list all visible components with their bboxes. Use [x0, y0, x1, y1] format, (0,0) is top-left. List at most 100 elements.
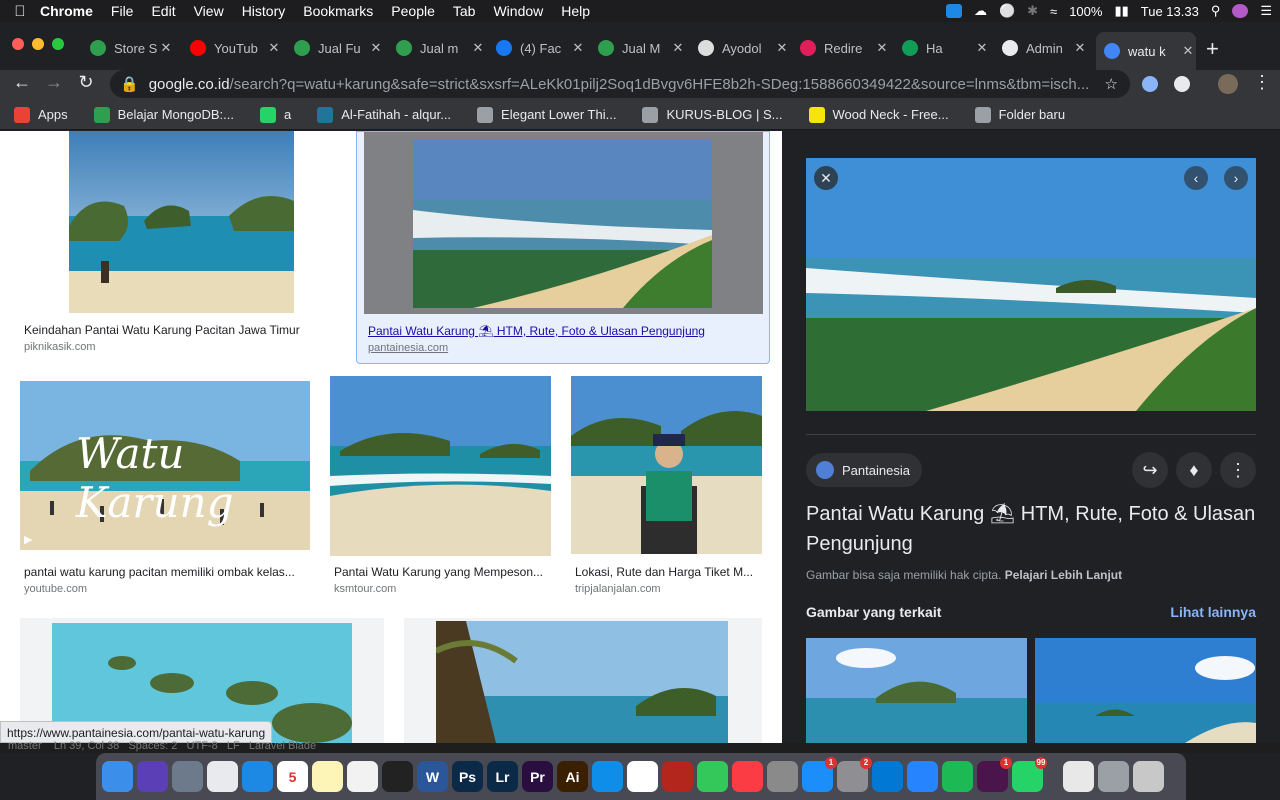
browser-tab[interactable]: YouTub ✕ [190, 34, 282, 62]
close-tab-icon[interactable]: ✕ [570, 40, 586, 56]
address-bar[interactable]: 🔒 google.co.id /search?q=watu+karung&saf… [110, 70, 1130, 98]
bookmark-item[interactable]: Belajar MongoDB:... [93, 106, 234, 123]
result-caption[interactable]: Pantai Watu Karung ⛱ HTM, Rute, Foto & U… [368, 324, 763, 338]
result-source[interactable]: piknikasik.com [24, 341, 96, 353]
bookmark-item[interactable]: KURUS-BLOG | S... [642, 106, 783, 123]
close-tab-icon[interactable]: ✕ [266, 40, 282, 56]
learn-more-link[interactable]: Pelajari Lebih Lanjut [1005, 568, 1122, 582]
dock-sourcetree-icon[interactable] [907, 761, 938, 792]
result-thumbnail[interactable] [330, 376, 551, 556]
dock-facetime-icon[interactable] [697, 761, 728, 792]
back-button[interactable]: ← [10, 72, 34, 93]
dock-vscode-icon[interactable] [872, 761, 903, 792]
browser-tab[interactable]: Ha ✕ [902, 34, 990, 62]
result-thumbnail[interactable] [413, 140, 712, 308]
close-tab-icon[interactable]: ✕ [1072, 40, 1088, 56]
menu-tab[interactable]: Tab [453, 3, 476, 19]
dock-spotify-icon[interactable] [942, 761, 973, 792]
close-tab-icon[interactable]: ✕ [1180, 43, 1196, 59]
browser-tab[interactable]: Store S ✕ [90, 34, 174, 62]
preview-image[interactable]: ✕ ‹ › [806, 158, 1256, 411]
result-thumbnail[interactable] [69, 131, 294, 313]
apple-icon[interactable]:  [0, 3, 40, 20]
dock-teamviewer-icon[interactable] [592, 761, 623, 792]
dock-documents-icon[interactable] [1063, 761, 1094, 792]
dock-slack-icon[interactable]: 1 [977, 757, 1012, 792]
dock-illustrator-icon[interactable]: Ai [557, 761, 588, 792]
result-card[interactable]: Keindahan Pantai Watu Karung Pacitan Jaw… [20, 131, 344, 361]
notification-center-icon[interactable]: ☰ [1260, 3, 1272, 19]
result-caption[interactable]: pantai watu karung pacitan memiliki omba… [24, 565, 310, 579]
menu-window[interactable]: Window [493, 3, 543, 19]
clock[interactable]: Tue 13.33 [1141, 4, 1199, 19]
lock-icon[interactable]: 🔒 [120, 75, 139, 93]
dock-trash-icon[interactable] [1133, 761, 1164, 792]
browser-tab[interactable]: Redire ✕ [800, 34, 890, 62]
dock-notes-icon[interactable] [312, 761, 343, 792]
new-tab-button[interactable]: + [1206, 36, 1219, 62]
browser-tab[interactable]: Jual m ✕ [396, 34, 486, 62]
dock-calendar-icon[interactable]: 5 [277, 761, 308, 792]
browser-tab[interactable]: (4) Fac ✕ [496, 34, 586, 62]
menu-edit[interactable]: Edit [151, 3, 175, 19]
result-card[interactable]: Pantai Watu Karung yang Mempeson... ksmt… [330, 376, 551, 601]
bookmark-item[interactable]: a [259, 106, 291, 123]
result-caption[interactable]: Keindahan Pantai Watu Karung Pacitan Jaw… [24, 323, 344, 337]
browser-tab[interactable]: Jual M ✕ [598, 34, 686, 62]
save-button[interactable]: ♦ [1176, 452, 1212, 488]
bookmark-item[interactable]: Elegant Lower Thi... [477, 106, 616, 123]
source-chip[interactable]: Pantainesia [806, 453, 922, 487]
result-thumbnail[interactable]: Watu Karung ▶ [20, 381, 310, 550]
close-tab-icon[interactable]: ✕ [368, 40, 384, 56]
dock-safari-icon[interactable] [242, 761, 273, 792]
dock-premiere-icon[interactable]: Pr [522, 761, 553, 792]
related-image[interactable] [806, 638, 1027, 743]
battery-icon[interactable]: ▮▮ [1114, 3, 1128, 19]
bookmark-item[interactable]: Wood Neck - Free... [808, 106, 949, 123]
dock-photos-icon[interactable] [627, 761, 658, 792]
see-more-link[interactable]: Lihat lainnya [1170, 604, 1256, 620]
extension-react-icon[interactable] [1142, 76, 1158, 92]
close-tab-icon[interactable]: ✕ [974, 40, 990, 56]
related-image[interactable] [1035, 638, 1256, 743]
bookmark-star-icon[interactable]: ☆ [1105, 75, 1118, 93]
extension-icon[interactable] [1174, 76, 1190, 92]
result-card[interactable] [404, 618, 762, 743]
result-card-selected[interactable]: Pantai Watu Karung ⛱ HTM, Rute, Foto & U… [356, 131, 770, 364]
result-card[interactable]: Lokasi, Rute dan Harga Tiket M... tripja… [571, 376, 762, 601]
bookmark-item[interactable]: Al-Fatihah - alqur... [317, 106, 451, 123]
dock-siri-icon[interactable] [137, 761, 168, 792]
play-icon[interactable]: ▶ [24, 533, 32, 546]
dock-word-icon[interactable]: W [417, 761, 448, 792]
dock-launchpad-icon[interactable] [172, 761, 203, 792]
dock-app-store-icon[interactable]: 1 [802, 757, 837, 792]
profile-avatar[interactable] [1218, 74, 1238, 94]
forward-button[interactable]: → [42, 72, 66, 93]
preview-title[interactable]: Pantai Watu Karung ⛱ HTM, Rute, Foto & U… [806, 499, 1256, 559]
close-tab-icon[interactable]: ✕ [158, 40, 174, 56]
dock-finder-icon[interactable] [102, 761, 133, 792]
dock-system-preferences-icon[interactable]: 2 [837, 757, 872, 792]
close-tab-icon[interactable]: ✕ [470, 40, 486, 56]
creative-cloud-icon[interactable]: ☁ [974, 3, 987, 19]
result-thumbnail[interactable] [436, 621, 728, 743]
siri-icon[interactable] [1232, 4, 1249, 18]
dock-preview-icon[interactable] [767, 761, 798, 792]
result-thumbnail[interactable] [571, 376, 762, 554]
spotlight-search-icon[interactable]: ⚲ [1211, 3, 1221, 19]
menu-view[interactable]: View [194, 3, 224, 19]
close-preview-button[interactable]: ✕ [814, 166, 838, 190]
dock-photoshop-icon[interactable]: Ps [452, 761, 483, 792]
share-button[interactable]: ↪ [1132, 452, 1168, 488]
dock-whatsapp-icon[interactable]: 99 [1012, 757, 1047, 792]
close-tab-icon[interactable]: ✕ [670, 40, 686, 56]
dock-chrome-icon[interactable] [207, 761, 238, 792]
more-options-button[interactable]: ⋮ [1220, 452, 1256, 488]
dock-lightroom-icon[interactable]: Lr [487, 761, 518, 792]
browser-tab[interactable]: Jual Fu ✕ [294, 34, 384, 62]
dock-terminal-icon[interactable] [382, 761, 413, 792]
close-window-button[interactable] [12, 38, 24, 50]
wifi-icon[interactable]: ≈ [1050, 4, 1057, 19]
menu-bookmarks[interactable]: Bookmarks [303, 3, 373, 19]
result-card[interactable]: Watu Karung ▶ pantai watu karung pacitan… [20, 376, 310, 601]
